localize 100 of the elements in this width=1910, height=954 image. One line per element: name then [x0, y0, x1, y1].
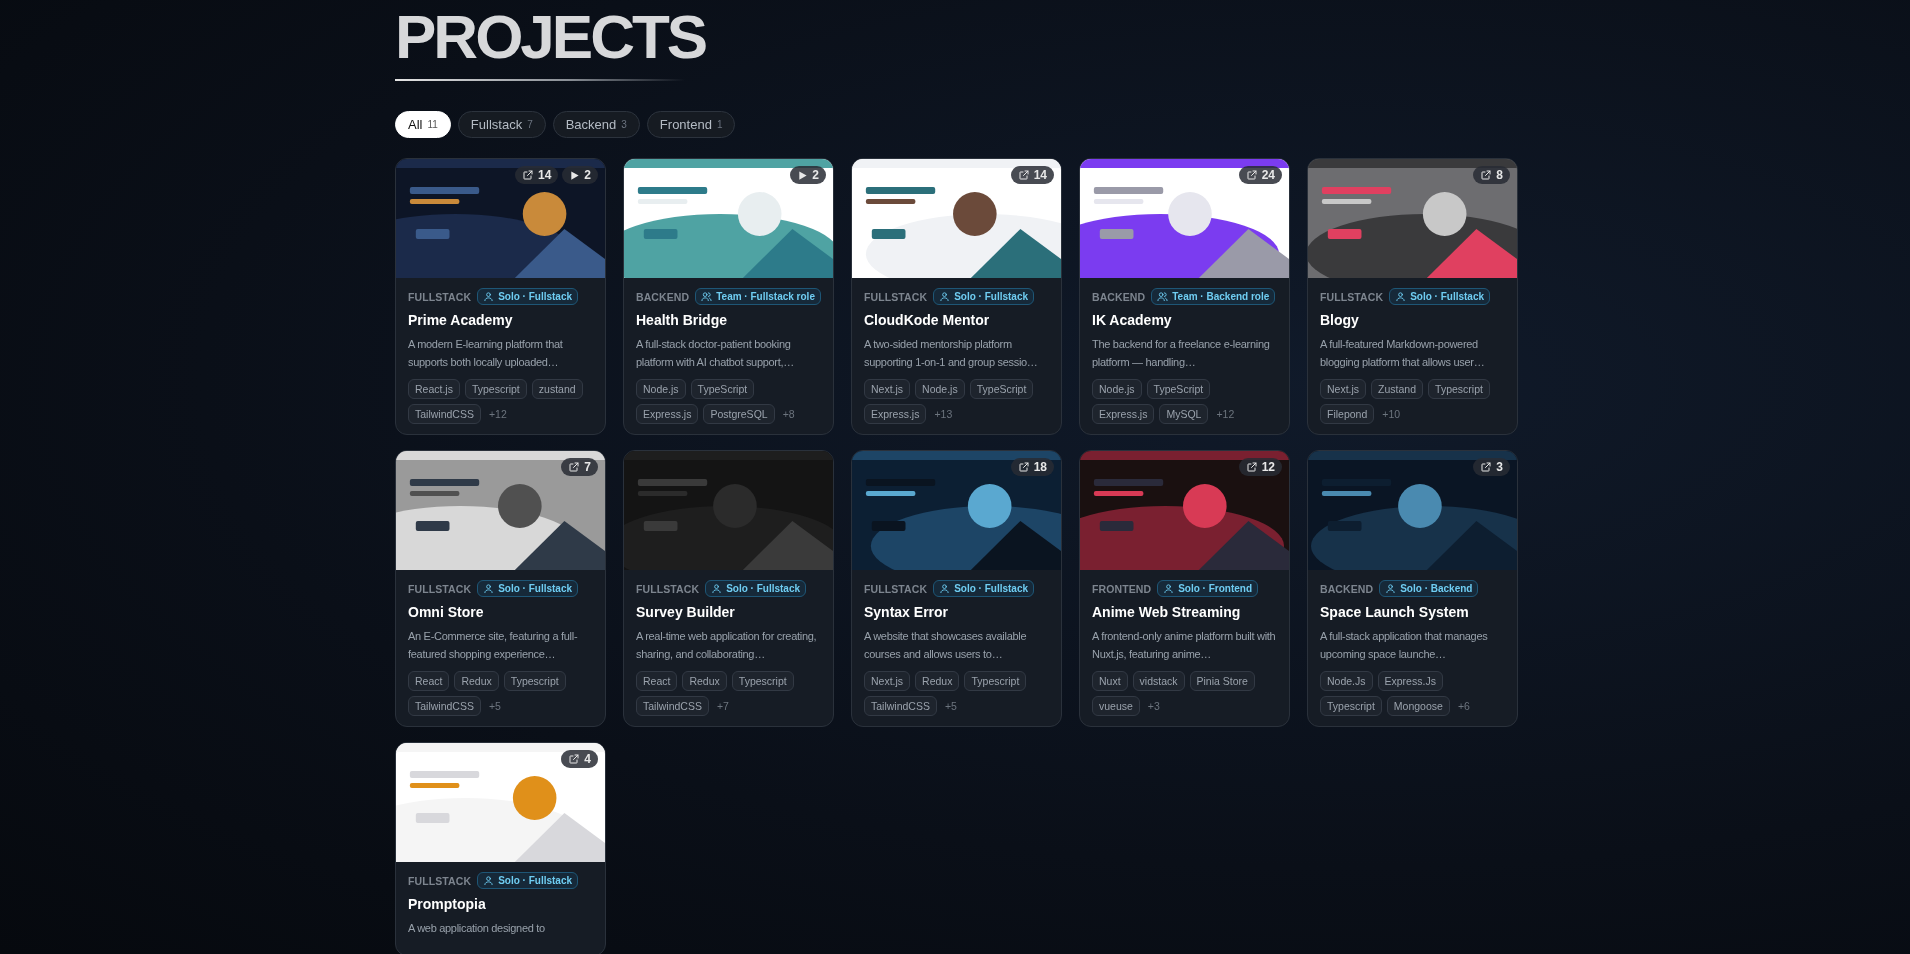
role-label: Solo · Fullstack: [726, 583, 801, 594]
project-description: A web application designed to: [408, 921, 546, 936]
project-description: A two-sided mentorship platform supporting 1-on-1 and group sessio…: [864, 337, 1039, 370]
people-icon: [1157, 291, 1169, 302]
person-icon: [483, 875, 495, 886]
person-icon: [483, 291, 495, 302]
role-label: Solo · Fullstack: [498, 875, 573, 886]
role-label: Solo · Fullstack: [498, 583, 573, 594]
project-description: A real-time web application for creating, sharing, and collaborating…: [636, 629, 818, 662]
tech-tag: TypeScript: [690, 379, 755, 399]
role-label: Team · Fullstack role: [716, 291, 815, 302]
more-count: +5: [488, 700, 501, 712]
person-icon: [711, 583, 723, 594]
external-link-icon: [1480, 461, 1493, 473]
role-label: Solo · Fullstack: [954, 291, 1029, 302]
project-description: A website that showcases available courses and allows users to…: [864, 629, 1028, 662]
count-label: 2: [584, 168, 591, 182]
external-link-icon: [1017, 169, 1030, 181]
filter-tab[interactable]: Fullstack 7: [457, 111, 546, 138]
tech-tag: PostgreSQL: [703, 404, 775, 424]
tech-tag: Mongoose: [1386, 696, 1450, 716]
project-card[interactable]: 2 BACKEND Team · Fullstack role Health Bridge A full-stack doctor-patient booking platform with AI chatbot support,… Node.js TypeScript Express.js PostgreSQL +8: [623, 158, 834, 435]
count-label: 24: [1261, 168, 1275, 182]
count-label: 4: [584, 752, 591, 766]
page-heading: PROJECTS: [395, 1, 706, 68]
tech-tag: Express.js: [1092, 404, 1155, 424]
tech-tag: Typescript: [1428, 379, 1490, 399]
tech-tag: Node.js: [636, 379, 686, 399]
project-description: A full-featured Markdown-powered blogging platform that allows user…: [1320, 337, 1486, 370]
count-label: 8: [1496, 168, 1503, 182]
filter-tab[interactable]: Backend 3: [552, 111, 640, 138]
tech-tag: TailwindCSS: [636, 696, 709, 716]
tech-tag: Filepond: [1320, 404, 1375, 424]
tech-tag: Typescript: [731, 671, 794, 691]
project-card[interactable]: 24 BACKEND Team · Backend role IK Academy The backend for a freelance e-learning platform — handling… Node.js TypeScript Express.js MySQL +12: [1079, 158, 1290, 435]
external-link-icon: [568, 753, 581, 765]
filter-tab[interactable]: Frontend 1: [646, 111, 736, 138]
filter-tab[interactable]: All 11: [395, 111, 451, 138]
tech-tag: TypeScript: [969, 379, 1034, 399]
more-count: +10: [1382, 408, 1401, 420]
tech-tag: vidstack: [1132, 671, 1185, 691]
tech-tag: Node.js: [915, 379, 965, 399]
project-card[interactable]: 18 FULLSTACK Solo · Fullstack Syntax Error A website that showcases available courses and allows users to… Next.js Redux Typescript TailwindCSS +5: [851, 450, 1062, 727]
tech-tag: TailwindCSS: [864, 696, 937, 716]
tech-tag: TailwindCSS: [408, 696, 481, 716]
project-card[interactable]: 12 FRONTEND Solo · Frontend Anime Web Streaming A frontend-only anime platform built with Nuxt.js, featuring anime… Nuxt vidstack Pinia Store vueuse +3: [1079, 450, 1290, 727]
role-label: Solo · Fullstack: [1410, 291, 1485, 302]
tech-tag: Express.js: [636, 404, 699, 424]
project-title: Omni Store: [408, 604, 485, 620]
project-title: Space Launch System: [1320, 604, 1470, 620]
category-label: FULLSTACK: [864, 582, 928, 595]
project-description: The backend for a freelance e-learning platform — handling…: [1092, 337, 1271, 370]
role-label: Solo · Backend: [1400, 583, 1473, 594]
people-icon: [701, 291, 713, 302]
project-card[interactable]: FULLSTACK Solo · Fullstack Survey Builder A real-time web application for creating, sharing, and collaborating… React Redux Typescript TailwindCSS +7: [623, 450, 834, 727]
person-icon: [483, 583, 495, 594]
project-description: A frontend-only anime platform built with Nuxt.js, featuring anime…: [1092, 629, 1277, 662]
tech-tag: Next.js: [1320, 379, 1367, 399]
person-icon: [939, 291, 951, 302]
tech-tag: TailwindCSS: [408, 404, 481, 424]
project-description: A full-stack application that manages upcoming space launche…: [1320, 629, 1489, 662]
role-label: Solo · Frontend: [1178, 583, 1253, 594]
category-label: BACKEND: [1320, 582, 1374, 595]
more-count: +8: [782, 408, 795, 420]
more-count: +3: [1147, 700, 1160, 712]
project-card[interactable]: 14 FULLSTACK Solo · Fullstack CloudKode Mentor A two-sided mentorship platform supporting 1-on-1 and group sessio… Next.js Node.js TypeScript Express.js +13: [851, 158, 1062, 435]
more-count: +7: [716, 700, 729, 712]
tech-tag: MySQL: [1159, 404, 1209, 424]
tech-tag: Typescript: [1320, 696, 1382, 716]
tech-tag: React: [408, 671, 450, 691]
role-label: Solo · Fullstack: [498, 291, 573, 302]
project-card[interactable]: 3 BACKEND Solo · Backend Space Launch System A full-stack application that manages upcoming space launche… Node.Js Express.Js Typescript Mongoose +6: [1307, 450, 1518, 727]
project-card[interactable]: 7 FULLSTACK Solo · Fullstack Omni Store An E-Commerce site, featuring a full-featured shopping experience… React Redux Typescript TailwindCSS +5: [395, 450, 606, 727]
tech-tag: React.js: [408, 379, 460, 399]
tech-tag: Redux: [915, 671, 960, 691]
tech-tag: Node.js: [1092, 379, 1142, 399]
count-label: 3: [1496, 460, 1503, 474]
category-label: FULLSTACK: [864, 290, 928, 303]
more-count: +5: [944, 700, 957, 712]
project-title: Anime Web Streaming: [1092, 604, 1242, 620]
project-card[interactable]: 14 2 FULLSTACK Solo · Fullstack Prime Academy A modern E-learning platform that supports both locally uploaded… React.js Typescript zustand TailwindCSS +12: [395, 158, 606, 435]
project-title: Health Bridge: [636, 312, 728, 328]
project-title: CloudKode Mentor: [864, 312, 991, 328]
external-link-icon: [568, 461, 581, 473]
role-label: Team · Backend role: [1172, 291, 1270, 302]
external-link-icon: [1017, 461, 1030, 473]
tech-tag: Express.Js: [1377, 671, 1443, 691]
person-icon: [1395, 291, 1407, 302]
count-label: 18: [1033, 460, 1047, 474]
count-label: 2: [812, 168, 819, 182]
project-card[interactable]: 4 FULLSTACK Solo · Fullstack Promptopia A web application designed to: [395, 742, 606, 954]
category-label: FULLSTACK: [408, 874, 472, 887]
count-label: 14: [1033, 168, 1047, 182]
project-description: A full-stack doctor-patient booking platform with AI chatbot support,…: [636, 337, 795, 370]
project-title: Blogy: [1320, 312, 1360, 328]
category-label: BACKEND: [636, 290, 690, 303]
role-label: Solo · Fullstack: [954, 583, 1029, 594]
tech-tag: Express.js: [864, 404, 927, 424]
project-card[interactable]: 8 FULLSTACK Solo · Fullstack Blogy A full-featured Markdown-powered blogging platform that allows user… Next.js Zustand Typescript Filepond +10: [1307, 158, 1518, 435]
project-description: An E-Commerce site, featuring a full-featured shopping experience…: [408, 629, 579, 662]
